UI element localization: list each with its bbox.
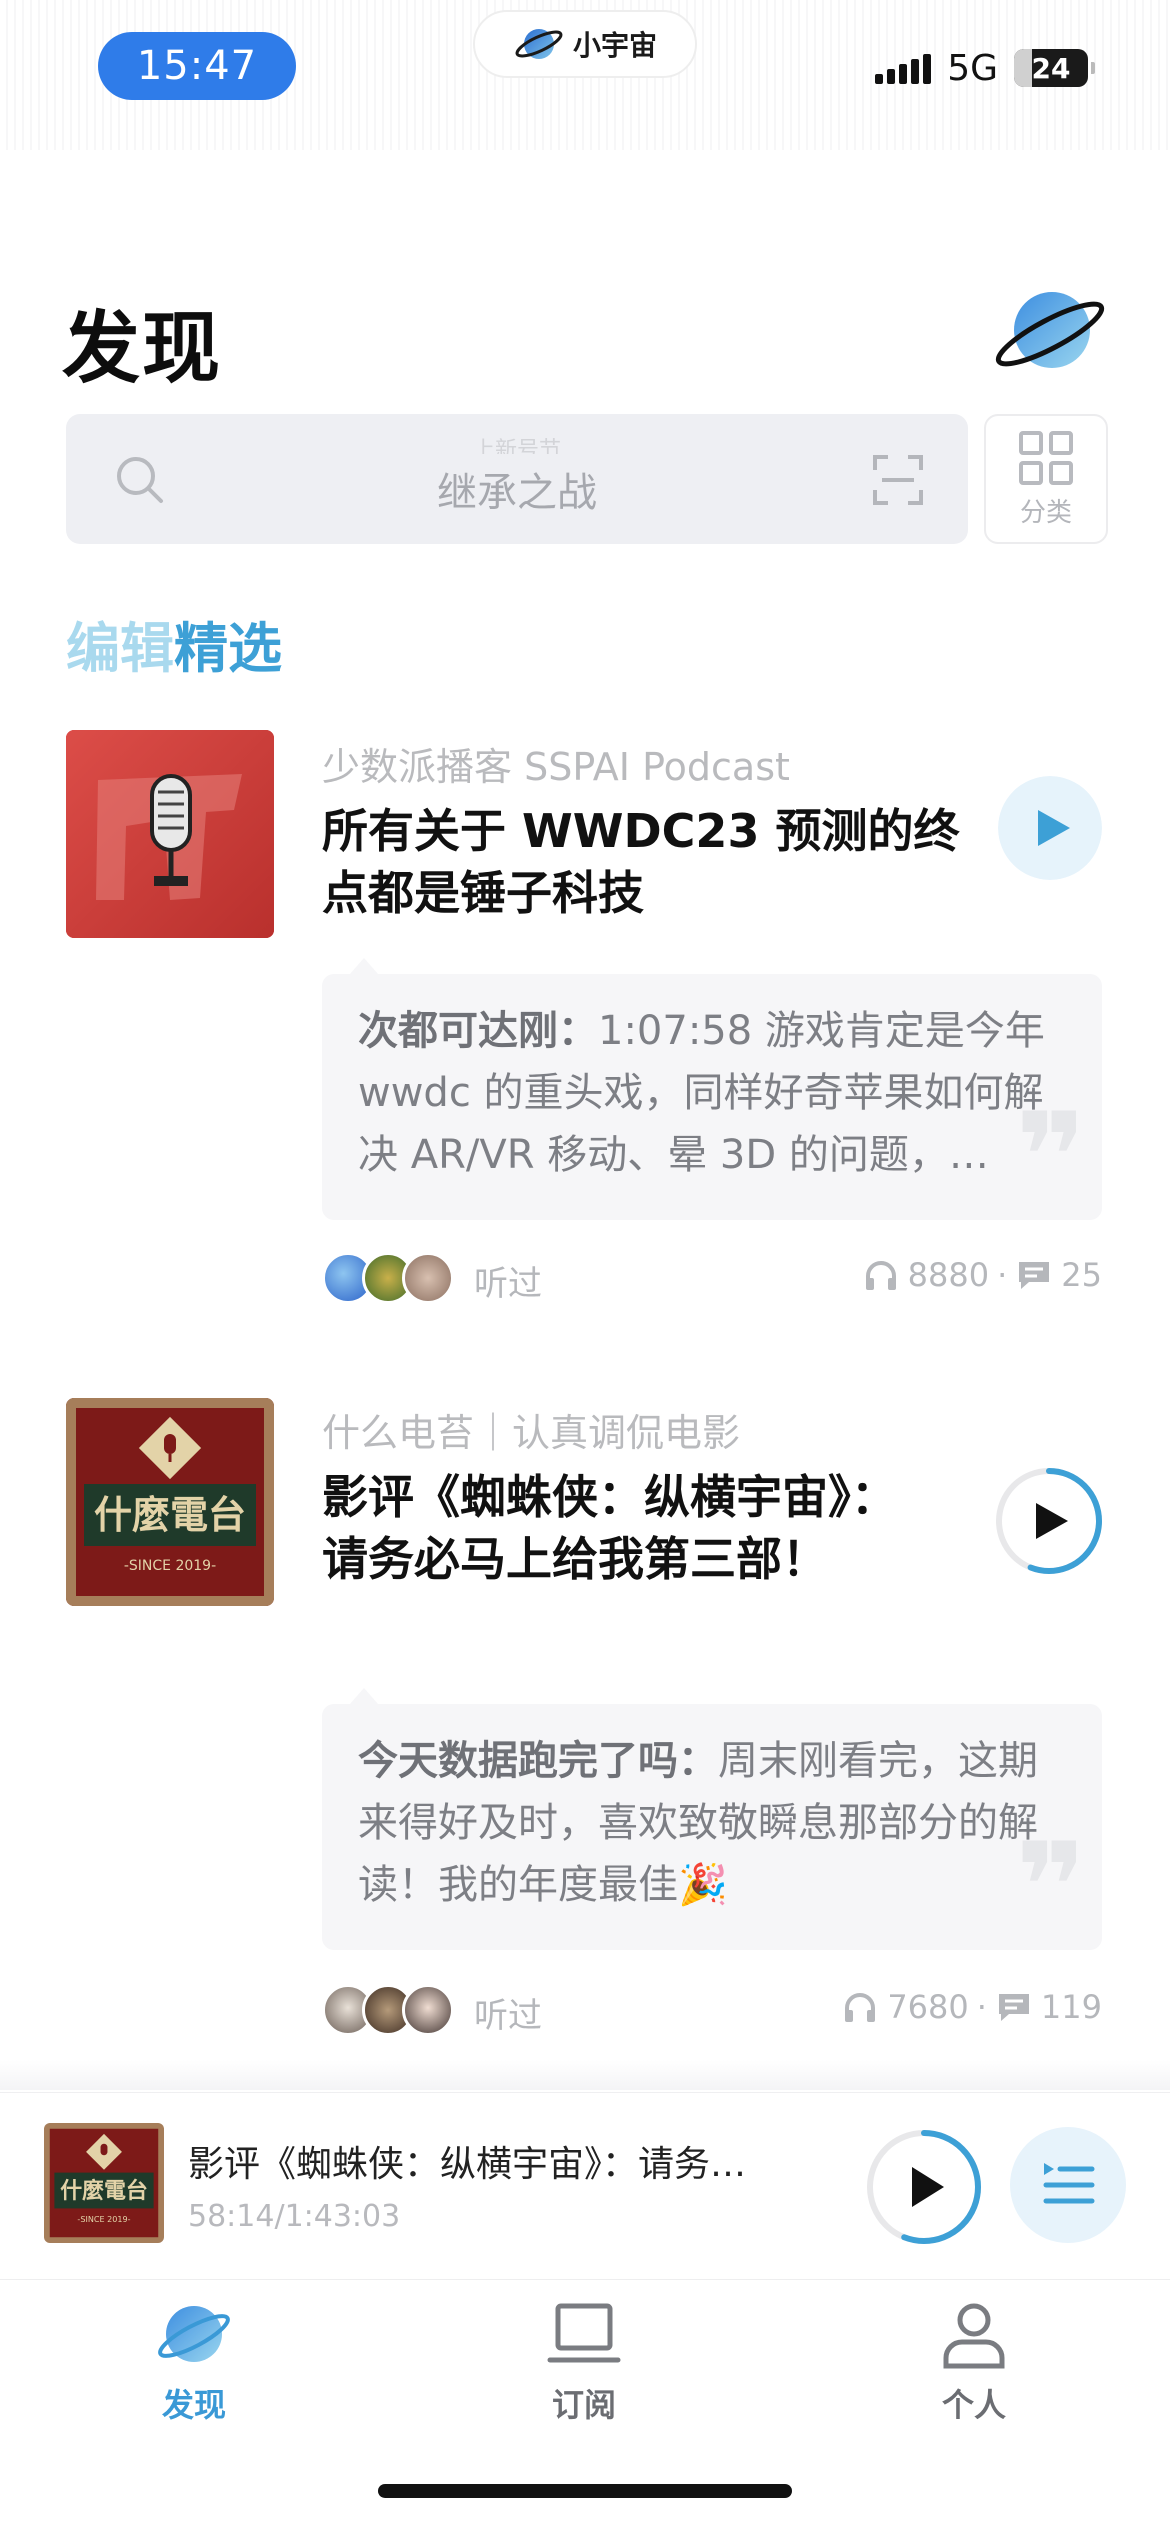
item-stats: 8880 · 25 [862, 1256, 1102, 1294]
radio-station-logo-icon: 什麼電台 -SINCE 2019- [66, 1398, 274, 1606]
comment-author: 次都可达刚： [358, 1008, 598, 1054]
featured-comment[interactable]: 今天数据跑完了吗：周末刚看完，这期来得好及时，喜欢致敬瞬息那部分的解读！我的年度… [322, 1704, 1102, 1950]
listened-label: 听过 [474, 1996, 542, 2036]
planet-icon[interactable] [990, 286, 1108, 382]
grid-icon [1019, 430, 1073, 485]
section-title: 编辑精选 [66, 604, 282, 683]
play-button[interactable] [994, 1466, 1104, 1576]
mini-player-title[interactable]: 影评《蜘蛛侠：纵横宇宙》：请务… [188, 2135, 828, 2187]
battery-fill [1014, 49, 1032, 87]
comment-count: 25 [1061, 1256, 1102, 1294]
microphone-icon [66, 730, 274, 938]
playlist-icon [1043, 2163, 1095, 2204]
episode-title[interactable]: 影评《蜘蛛侠：纵横宇宙》：请务必马上给我第三部！ [322, 1466, 922, 1590]
podcast-name[interactable]: 少数派播客 SSPAI Podcast [322, 736, 790, 791]
cover-station-name: 什麼電台 [94, 1492, 246, 1537]
battery-percent: 24 [1031, 51, 1071, 85]
item-meta: 听过 7680 · 119 [322, 1980, 1102, 2040]
section-title-part1: 编辑 [66, 617, 174, 680]
quote-arrow [350, 958, 378, 974]
mini-player-cover[interactable]: 什麼電台 -SINCE 2019- [44, 2123, 164, 2243]
headphones-icon [845, 1993, 876, 2022]
battery-icon: 24 [1014, 49, 1095, 87]
search-placeholder: 继承之战 [437, 470, 597, 516]
comment-count: 119 [1040, 1988, 1102, 2026]
comment-icon [1019, 1262, 1050, 1289]
app-screen: 15:47 小宇宙 5G 24 发现 上新号节 继承之战 分类 编辑精选 少数派… [0, 0, 1170, 2532]
podcast-cover-shenme[interactable]: 什麼電台 -SINCE 2019- [66, 1398, 274, 1606]
stats-separator: · [976, 1988, 987, 2026]
search-previous-hint: 上新号节 [472, 438, 561, 454]
section-title-part2: 精选 [174, 617, 282, 680]
tab-label: 订阅 [551, 2386, 616, 2424]
status-bar: 15:47 小宇宙 5G 24 [0, 0, 1170, 150]
status-indicators: 5G 24 [875, 47, 1095, 89]
cover-station-name: 什麼電台 [60, 2178, 148, 2204]
cover-since-text: -SINCE 2019- [124, 1558, 216, 1574]
tab-label: 发现 [161, 2386, 226, 2424]
comment-author: 今天数据跑完了吗： [358, 1738, 718, 1784]
episode-title[interactable]: 所有关于 WWDC23 预测的终点都是锤子科技 [322, 800, 982, 924]
radio-station-logo-icon: 什麼電台 -SINCE 2019- [44, 2123, 164, 2243]
item-stats: 7680 · 119 [841, 1988, 1102, 2026]
comment-icon [998, 1994, 1029, 2021]
search-bar[interactable]: 上新号节 继承之战 [66, 414, 968, 544]
category-label: 分类 [1019, 497, 1072, 528]
mini-play-button[interactable] [864, 2127, 984, 2247]
app-badge-label: 小宇宙 [572, 29, 657, 62]
mini-player[interactable]: 什麼電台 -SINCE 2019- 影评《蜘蛛侠：纵横宇宙》：请务… 58:14… [0, 2092, 1170, 2280]
network-type: 5G [947, 47, 998, 89]
planet-logo-icon [515, 29, 563, 59]
person-icon [943, 2303, 1005, 2369]
play-count: 7680 [887, 1988, 969, 2026]
category-button[interactable]: 分类 [984, 414, 1108, 544]
subscribe-icon [547, 2303, 621, 2363]
status-time[interactable]: 15:47 [98, 32, 296, 100]
quote-mark-icon: ❞ [1015, 1088, 1086, 1220]
scan-icon[interactable] [872, 454, 924, 506]
app-badge[interactable]: 小宇宙 [473, 10, 697, 78]
playlist-button[interactable] [1010, 2127, 1126, 2243]
featured-comment[interactable]: 次都可达刚：1:07:58 游戏肯定是今年 wwdc 的重头戏，同样好奇苹果如何… [322, 974, 1102, 1220]
podcast-cover-sspai[interactable] [66, 730, 274, 938]
quote-mark-icon: ❞ [1015, 1818, 1086, 1950]
tab-label: 个人 [941, 2386, 1006, 2424]
tab-discover[interactable]: 发现 [84, 2296, 304, 2426]
tab-profile[interactable]: 个人 [864, 2296, 1084, 2426]
cover-since-text: -SINCE 2019- [77, 2215, 130, 2224]
planet-icon [158, 2306, 230, 2362]
avatar [402, 1252, 454, 1304]
cellular-signal-icon [875, 52, 932, 84]
play-count: 8880 [907, 1256, 990, 1294]
home-indicator[interactable] [378, 2484, 792, 2498]
scroll-fade [0, 2060, 1170, 2090]
headphones-icon [865, 1261, 896, 1290]
podcast-name[interactable]: 什么电苔｜认真调侃电影 [322, 1402, 740, 1457]
quote-arrow [350, 1688, 378, 1704]
mini-player-time: 58:14/1:43:03 [188, 2199, 401, 2234]
stats-separator: · [997, 1256, 1008, 1294]
item-meta: 听过 8880 · 25 [322, 1248, 1102, 1308]
tab-subscribe[interactable]: 订阅 [474, 2296, 694, 2426]
listened-label: 听过 [474, 1264, 542, 1304]
play-button[interactable] [998, 776, 1102, 880]
avatar [402, 1984, 454, 2036]
page-title: 发现 [62, 304, 223, 394]
